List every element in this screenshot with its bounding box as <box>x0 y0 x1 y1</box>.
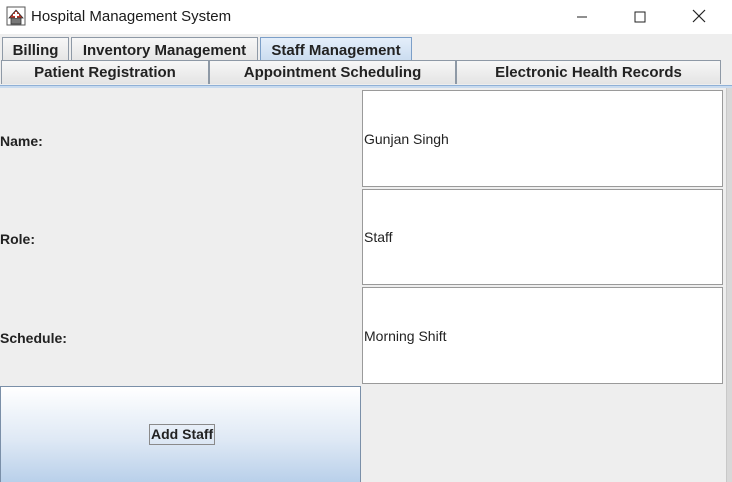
close-icon <box>692 8 706 27</box>
add-staff-button[interactable]: Add Staff <box>0 386 361 482</box>
window-title-bar: Hospital Management System <box>0 0 732 34</box>
minimize-icon <box>576 8 588 27</box>
role-field[interactable]: Staff <box>362 189 723 285</box>
staff-management-panel: Name: Gunjan Singh Role: Staff Schedule:… <box>0 88 728 482</box>
window-right-edge <box>726 88 732 482</box>
tab-electronic-health-records[interactable]: Electronic Health Records <box>456 60 721 84</box>
role-label: Role: <box>0 231 35 247</box>
tab-billing[interactable]: Billing <box>2 37 69 62</box>
tab-strip: Billing Inventory Management Staff Manag… <box>0 34 732 88</box>
name-field[interactable]: Gunjan Singh <box>362 90 723 187</box>
tab-appointment-scheduling[interactable]: Appointment Scheduling <box>209 60 456 84</box>
add-staff-button-label: Add Staff <box>149 424 216 445</box>
maximize-button[interactable] <box>611 0 669 34</box>
close-button[interactable] <box>670 0 728 34</box>
role-field-value: Staff <box>364 229 393 245</box>
window-title: Hospital Management System <box>31 8 232 25</box>
schedule-field[interactable]: Morning Shift <box>362 287 723 384</box>
schedule-field-value: Morning Shift <box>364 327 447 344</box>
name-field-value: Gunjan Singh <box>364 130 449 147</box>
schedule-label: Schedule: <box>0 330 67 346</box>
app-icon <box>6 6 26 26</box>
tab-staff-management[interactable]: Staff Management <box>260 37 412 62</box>
tab-inventory-management[interactable]: Inventory Management <box>71 37 258 62</box>
name-label: Name: <box>0 133 43 149</box>
tab-patient-registration[interactable]: Patient Registration <box>1 60 209 84</box>
maximize-icon <box>634 8 646 27</box>
minimize-button[interactable] <box>553 0 611 34</box>
